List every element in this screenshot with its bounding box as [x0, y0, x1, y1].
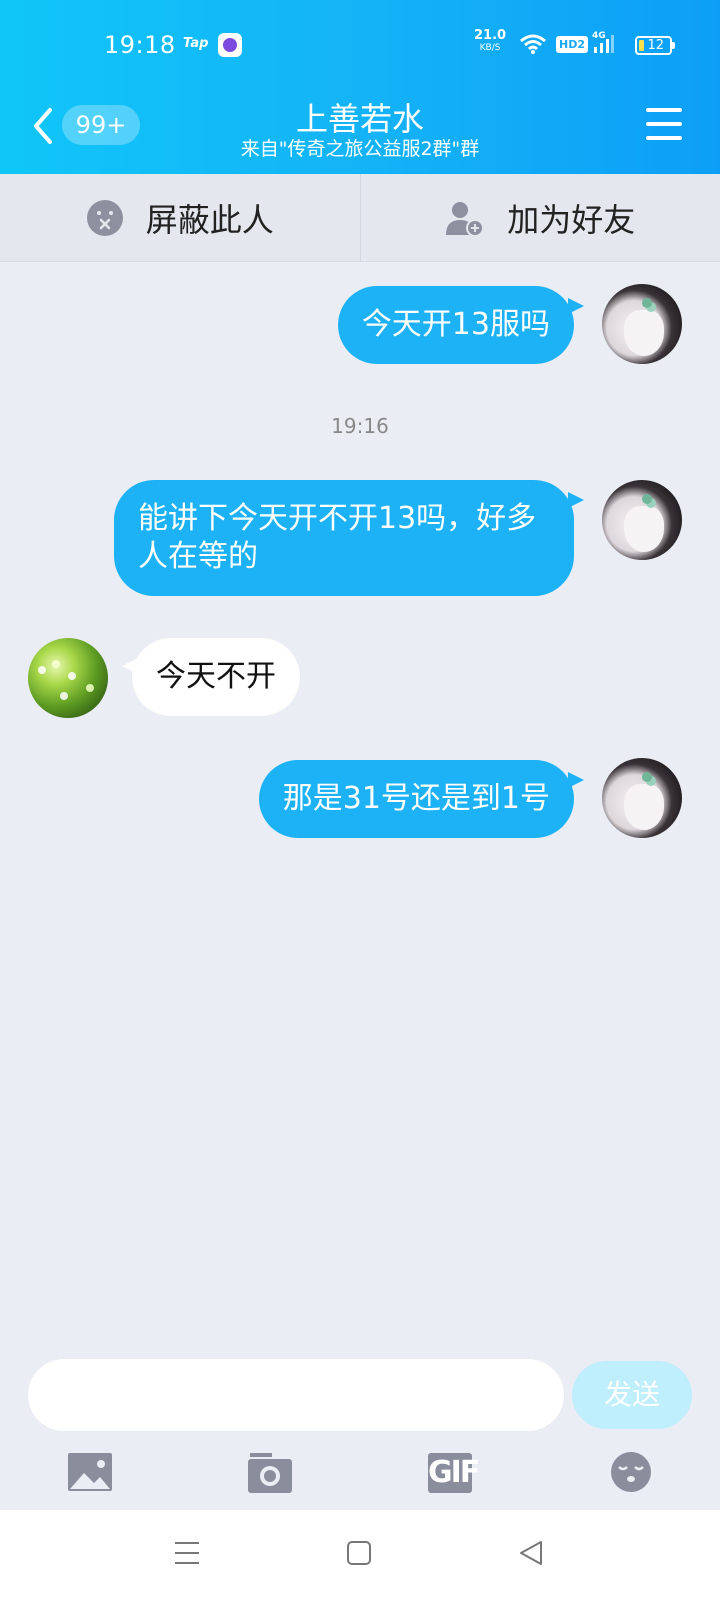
message-bubble[interactable]: 今天开13服吗 — [337, 286, 585, 364]
cell-signal-icon: 4G — [592, 31, 614, 59]
menu-icon[interactable] — [646, 108, 682, 140]
emoji-icon[interactable] — [610, 1451, 652, 1493]
action-bar: 屏蔽此人 加为好友 — [0, 174, 720, 262]
nav-bar: 99+ 上善若水 来自"传奇之旅公益服2群"群 — [0, 90, 720, 174]
home-icon[interactable] — [346, 1540, 372, 1566]
system-navigation-bar — [0, 1510, 720, 1600]
camera-icon[interactable] — [248, 1453, 292, 1495]
add-friend-label: 加为好友 — [507, 200, 636, 239]
message-bubble[interactable]: 那是31号还是到1号 — [258, 760, 585, 838]
recent-apps-icon[interactable] — [174, 1540, 200, 1566]
chat-header: 19:18 Tap 21.0 KB/S HD2 4G 12 99+ 上善若水 来… — [0, 0, 720, 174]
message-bubble[interactable]: 今天不开 — [122, 638, 300, 716]
network-speed-unit: KB/S — [479, 43, 501, 53]
status-bar: 19:18 Tap 21.0 KB/S HD2 4G 12 — [0, 0, 720, 90]
chat-subtitle: 来自"传奇之旅公益服2群"群 — [240, 138, 480, 160]
my-avatar[interactable] — [602, 758, 682, 838]
hd-voice-icon: HD2 — [556, 36, 588, 53]
network-speed: 21.0 KB/S — [474, 28, 507, 54]
message-timestamp: 19:16 — [331, 414, 389, 438]
block-face-icon — [86, 199, 123, 236]
add-friend-button[interactable]: 加为好友 — [359, 174, 720, 261]
wifi-icon — [520, 34, 546, 54]
contact-avatar[interactable] — [28, 638, 108, 718]
network-type: 4G — [592, 31, 606, 41]
gif-icon[interactable]: GIF — [428, 1453, 480, 1493]
send-button[interactable]: 发送 — [572, 1361, 692, 1429]
block-user-label: 屏蔽此人 — [145, 200, 274, 239]
network-speed-value: 21.0 — [474, 28, 507, 43]
composer-toolbar: GIF — [0, 1445, 720, 1515]
my-avatar[interactable] — [602, 480, 682, 560]
battery-icon: 12 — [635, 36, 675, 55]
status-time: 19:18 — [104, 31, 176, 59]
image-icon[interactable] — [68, 1453, 112, 1493]
my-avatar[interactable] — [602, 284, 682, 364]
message-bubble[interactable]: 能讲下今天开不开13吗，好多人在等的 — [114, 480, 584, 596]
composer: 发送 — [0, 1355, 720, 1435]
back-icon[interactable] — [518, 1540, 544, 1566]
add-friend-icon — [446, 201, 485, 237]
message-input[interactable] — [28, 1359, 564, 1431]
tap-app-label: Tap — [183, 36, 209, 51]
block-user-button[interactable]: 屏蔽此人 — [0, 174, 360, 261]
notification-app-icon — [218, 33, 242, 57]
